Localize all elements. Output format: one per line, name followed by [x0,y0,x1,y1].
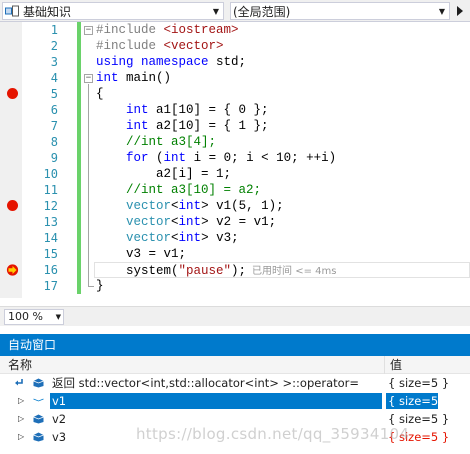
code-line[interactable]: } [96,278,470,294]
line-number: 5 [50,87,58,101]
zoom-value: 100 % [8,310,43,323]
line-number: 1 [50,23,58,37]
variable-name: v2 [52,412,67,426]
variable-icon [33,432,44,442]
code-line[interactable]: int a1[10] = { 0 }; [96,102,470,118]
autos-row-selected[interactable]: ▷ v1 { size=5 } [0,392,470,410]
code-lines[interactable]: #include <iostream> #include <vector> usin… [94,22,470,294]
variable-value: { size=5 } [388,394,450,408]
change-tracking-bar [77,22,81,294]
variable-icon [33,396,44,406]
chevron-down-icon: ▼ [212,6,220,16]
code-line[interactable]: int main() [96,70,470,86]
line-number: 11 [43,183,58,197]
code-line[interactable]: //int a3[4]; [96,134,470,150]
code-line[interactable]: //int a3[10] = a2; [96,182,470,198]
line-number: 10 [43,167,58,181]
code-line[interactable]: #include <iostream> [96,22,470,38]
line-number: 7 [50,119,58,133]
line-number: 16 [43,263,58,277]
autos-column-header: 名称 值 [0,356,470,374]
line-number: 12 [43,199,58,213]
value-column-header[interactable]: 值 [390,356,402,374]
code-line[interactable]: { [96,86,470,102]
name-column-header[interactable]: 名称 [8,356,32,374]
variable-value: { size=5 } [388,376,450,390]
code-line[interactable]: vector<int> v3; [96,230,470,246]
code-line[interactable]: vector<int> v1(5, 1); [96,198,470,214]
split-dropdown-button[interactable] [452,3,468,19]
navigation-bar: 基础知识 ▼ (全局范围) ▼ [0,0,470,22]
collapse-icon[interactable]: − [84,26,93,35]
project-dropdown[interactable]: 基础知识 ▼ [2,2,224,20]
expand-icon[interactable]: ▷ [18,428,24,446]
expand-icon[interactable]: ▷ [18,410,24,428]
chevron-down-icon: ▼ [55,313,61,321]
variable-name: v3 [52,430,67,444]
line-number: 3 [50,55,58,69]
scope-dropdown[interactable]: (全局范围) ▼ [230,2,450,20]
line-number: 6 [50,103,58,117]
outline-guide-end [88,286,94,287]
line-number: 15 [43,247,58,261]
zoom-dropdown[interactable]: 100 % ▼ [4,309,64,325]
code-line[interactable]: vector<int> v2 = v1; [96,214,470,230]
chevron-down-icon [457,6,463,16]
variable-icon [33,378,44,388]
breakpoint-margin[interactable] [0,22,22,298]
variable-name: 返回 std::vector<int,std::allocator<int> >… [52,376,360,390]
return-value-icon [15,379,23,386]
line-number: 8 [50,135,58,149]
variable-icon [33,414,44,424]
outline-guide [88,84,89,286]
chevron-down-icon: ▼ [438,6,446,16]
breakpoint-icon[interactable] [7,88,18,99]
perf-tip-elapsed[interactable]: 已用时间 <= 4ms [252,266,336,277]
column-divider[interactable] [384,356,385,374]
editor-status-strip: 100 % ▼ [0,306,470,326]
code-line[interactable]: for (int i = 0; i < 10; ++i) [96,150,470,166]
code-line[interactable]: #include <vector> [96,38,470,54]
line-numbers: 1 2 3 4 5 6 7 8 9 10 11 12 13 14 15 16 17 [22,22,58,294]
expand-icon[interactable]: ▷ [18,392,24,410]
code-line[interactable]: using namespace std; [96,54,470,70]
breakpoint-icon[interactable] [7,200,18,211]
line-number: 14 [43,231,58,245]
code-line[interactable]: v3 = v1; [96,246,470,262]
line-number: 4 [50,71,58,85]
variable-name: v1 [52,394,67,408]
project-icon [3,3,21,19]
code-line[interactable]: int a2[10] = { 1 }; [96,118,470,134]
line-number: 2 [50,39,58,53]
line-number: 9 [50,151,58,165]
project-dropdown-label: 基础知识 [23,4,72,19]
watermark: https://blog.csdn.net/qq_35934104 [136,425,410,443]
code-line-current[interactable]: system("pause"); 已用时间 <= 4ms [94,262,470,278]
code-line[interactable]: a2[i] = 1; [96,166,470,182]
scope-dropdown-label: (全局范围) [233,4,291,19]
collapse-icon[interactable]: − [84,74,93,83]
selection-highlight [50,393,382,409]
line-number: 17 [43,279,58,293]
autos-window-title[interactable]: 自动窗口 [0,334,470,356]
line-number: 13 [43,215,58,229]
autos-row[interactable]: 返回 std::vector<int,std::allocator<int> >… [0,374,470,392]
current-statement-arrow-icon[interactable] [6,264,19,276]
code-editor[interactable]: 1 2 3 4 5 6 7 8 9 10 11 12 13 14 15 16 17 − − #include <… [0,22,470,298]
